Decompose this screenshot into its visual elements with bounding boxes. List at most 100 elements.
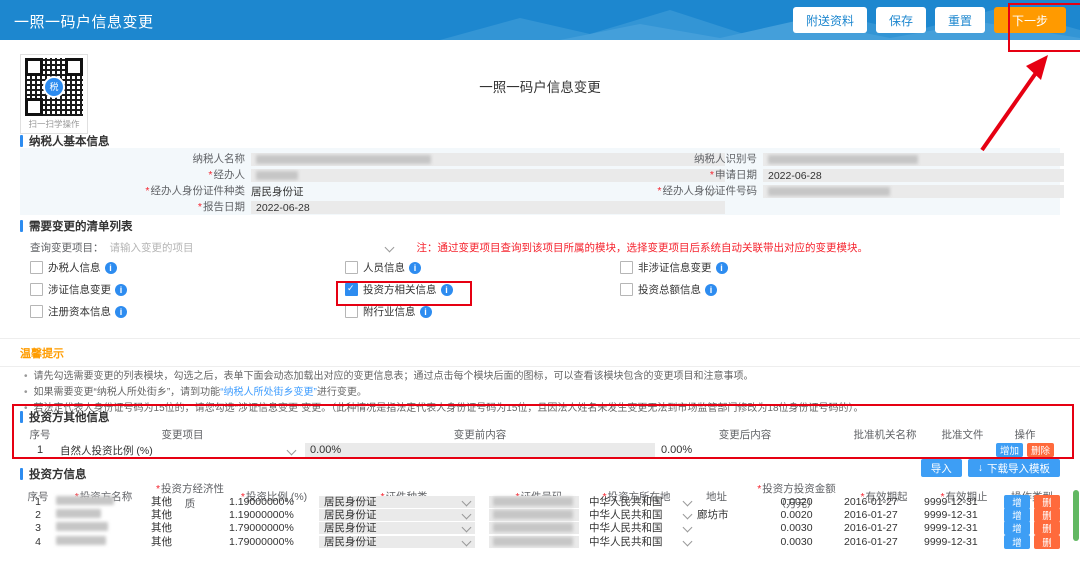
delete-row-button[interactable]: 删除 (1034, 521, 1060, 535)
address-cell[interactable] (684, 536, 749, 548)
cert-no-field (489, 496, 579, 508)
investor-info-tools: 导入 ↓下载导入模板 (921, 459, 1060, 477)
qr-code-panel[interactable]: 税 扫一扫学操作 (20, 54, 88, 134)
next-step-button[interactable]: 下一步 (994, 7, 1066, 33)
save-button[interactable]: 保存 (876, 7, 926, 33)
chevron-down-icon (683, 496, 693, 506)
investor-other-table-row: 1 自然人投资比例 (%) 0.00% 0.00% 增加 删除 (20, 441, 1060, 459)
checkbox[interactable] (345, 305, 358, 318)
qr-center-badge: 税 (43, 76, 65, 98)
section-title: 需要变更的清单列表 (29, 218, 133, 234)
delete-row-button[interactable]: 删除 (1034, 535, 1060, 549)
investor-row: 2 其他 1.19000000% 居民身份证 中华人民共和国 廊坊市 0.002… (20, 507, 1060, 520)
chevron-down-icon (462, 537, 472, 547)
redacted-value (56, 496, 114, 505)
qr-caption: 扫一扫学操作 (21, 116, 87, 133)
change-item-select[interactable]: 自然人投资比例 (%) (60, 443, 305, 458)
info-icon[interactable]: i (441, 284, 453, 296)
download-template-button[interactable]: ↓下载导入模板 (968, 459, 1060, 477)
redacted-value (56, 522, 108, 531)
checkbox-item-personnel[interactable]: 人员信息i (345, 261, 620, 274)
basic-info-panel: 纳税人名称 纳税人识别号 经办人 申请日期 2022-06-28 经办人身份证件… (20, 148, 1060, 215)
bullet-icon: • (24, 387, 28, 399)
checkbox[interactable] (30, 283, 43, 296)
download-icon: ↓ (978, 462, 983, 474)
investor-other-table-header: 序号 变更项目 变更前内容 变更后内容 批准机关名称 批准文件 操作 (20, 427, 1060, 442)
tips-panel: 温馨提示 •请先勾选需要变更的列表模块，勾选之后，表单下面会动态加载出对应的变更… (0, 338, 1080, 415)
cert-no-field (489, 509, 579, 521)
taxpayer-id-field (763, 153, 1064, 166)
attach-materials-button[interactable]: 附送资料 (793, 7, 867, 33)
report-date-label: 报告日期 (20, 201, 245, 214)
change-query-row: 查询变更项目： 请输入变更的项目 注：通过变更项目查询到该项目所属的模块，选择变… (30, 240, 868, 255)
qr-eye-icon (25, 58, 43, 76)
checkbox[interactable] (620, 261, 633, 274)
section-investor-other: 投资方其他信息 (20, 409, 110, 425)
chevron-down-icon (462, 523, 472, 533)
agent-cert-no-field (763, 185, 1064, 198)
query-note: 注：通过变更项目查询到该项目所属的模块，选择变更项目后系统自动关联带出对应的变更… (417, 240, 869, 255)
checkbox-item-investor-related[interactable]: 投资方相关信息i (345, 283, 620, 296)
checkbox-item-tax-handler[interactable]: 办税人信息i (30, 261, 345, 274)
apply-date-label: 申请日期 (520, 169, 757, 182)
street-change-link[interactable]: “纳税人所处街乡变更” (220, 387, 317, 398)
qr-eye-icon (25, 98, 43, 116)
add-row-button[interactable]: 增加 (996, 443, 1023, 457)
checkbox[interactable] (30, 261, 43, 274)
checkbox-item-registered-capital[interactable]: 注册资本信息i (30, 305, 345, 318)
reset-button[interactable]: 重置 (935, 7, 985, 33)
info-icon[interactable]: i (409, 262, 421, 274)
section-marker (20, 135, 23, 147)
info-icon[interactable]: i (716, 262, 728, 274)
chevron-down-icon (683, 536, 693, 546)
tip-item: •若法定代表人身份证号码为15位的，请您勾选“涉证信息变更”变更。（此种情况是指… (0, 399, 1080, 415)
chevron-down-icon (683, 510, 693, 520)
checkbox[interactable] (345, 283, 358, 296)
tip-item: •如果需要变更“纳税人所处街乡”，请到功能“纳税人所处街乡变更”进行变更。 (0, 383, 1080, 399)
add-row-button[interactable]: 增加 (1004, 521, 1030, 535)
info-icon[interactable]: i (115, 284, 127, 296)
address-cell[interactable] (684, 496, 749, 508)
query-label: 查询变更项目： (30, 240, 104, 255)
taxpayer-name-label: 纳税人名称 (20, 153, 245, 166)
redacted-value (493, 510, 573, 519)
cert-no-field (489, 536, 579, 548)
info-icon[interactable]: i (105, 262, 117, 274)
section-title: 纳税人基本信息 (29, 133, 110, 149)
investor-row: 1 其他 1.19000000% 居民身份证 中华人民共和国 0.0020 20… (20, 494, 1060, 507)
chevron-down-icon[interactable] (384, 243, 394, 253)
import-button[interactable]: 导入 (921, 459, 962, 477)
info-icon[interactable]: i (115, 306, 127, 318)
cert-type-select[interactable]: 居民身份证 (319, 522, 475, 534)
checkbox-item-cert-change[interactable]: 涉证信息变更i (30, 283, 345, 296)
delete-row-button[interactable]: 删除 (1027, 443, 1054, 457)
info-icon[interactable]: i (705, 284, 717, 296)
address-cell[interactable] (684, 522, 749, 534)
bullet-icon: • (24, 371, 28, 383)
info-icon[interactable]: i (420, 306, 432, 318)
checkbox[interactable] (620, 283, 633, 296)
section-marker (20, 468, 23, 480)
agent-label: 经办人 (20, 169, 245, 182)
checkbox-item-industry[interactable]: 附行业信息i (345, 305, 620, 318)
section-investor-info: 投资方信息 (20, 466, 87, 482)
cert-type-select[interactable]: 居民身份证 (319, 496, 475, 508)
header-actions: 附送资料 保存 重置 下一步 (793, 7, 1066, 33)
redacted-value (493, 523, 573, 532)
section-marker (20, 220, 23, 232)
checkbox-item-total-investment[interactable]: 投资总额信息i (620, 283, 1060, 296)
redacted-value (768, 187, 890, 196)
chevron-down-icon (683, 522, 693, 532)
tips-title: 温馨提示 (0, 339, 1080, 367)
cert-type-select[interactable]: 居民身份证 (319, 536, 475, 548)
scrollbar-thumb[interactable] (1073, 490, 1079, 541)
section-marker (20, 411, 23, 423)
cert-type-select[interactable]: 居民身份证 (319, 509, 475, 521)
checkbox[interactable] (30, 305, 43, 318)
after-content-field[interactable]: 0.00% (655, 444, 835, 456)
add-row-button[interactable]: 增加 (1004, 535, 1030, 549)
query-input[interactable]: 请输入变更的项目 (110, 240, 380, 255)
checkbox[interactable] (345, 261, 358, 274)
checkbox-item-noncert-change[interactable]: 非涉证信息变更i (620, 261, 1060, 274)
section-basic-info: 纳税人基本信息 (20, 133, 110, 149)
